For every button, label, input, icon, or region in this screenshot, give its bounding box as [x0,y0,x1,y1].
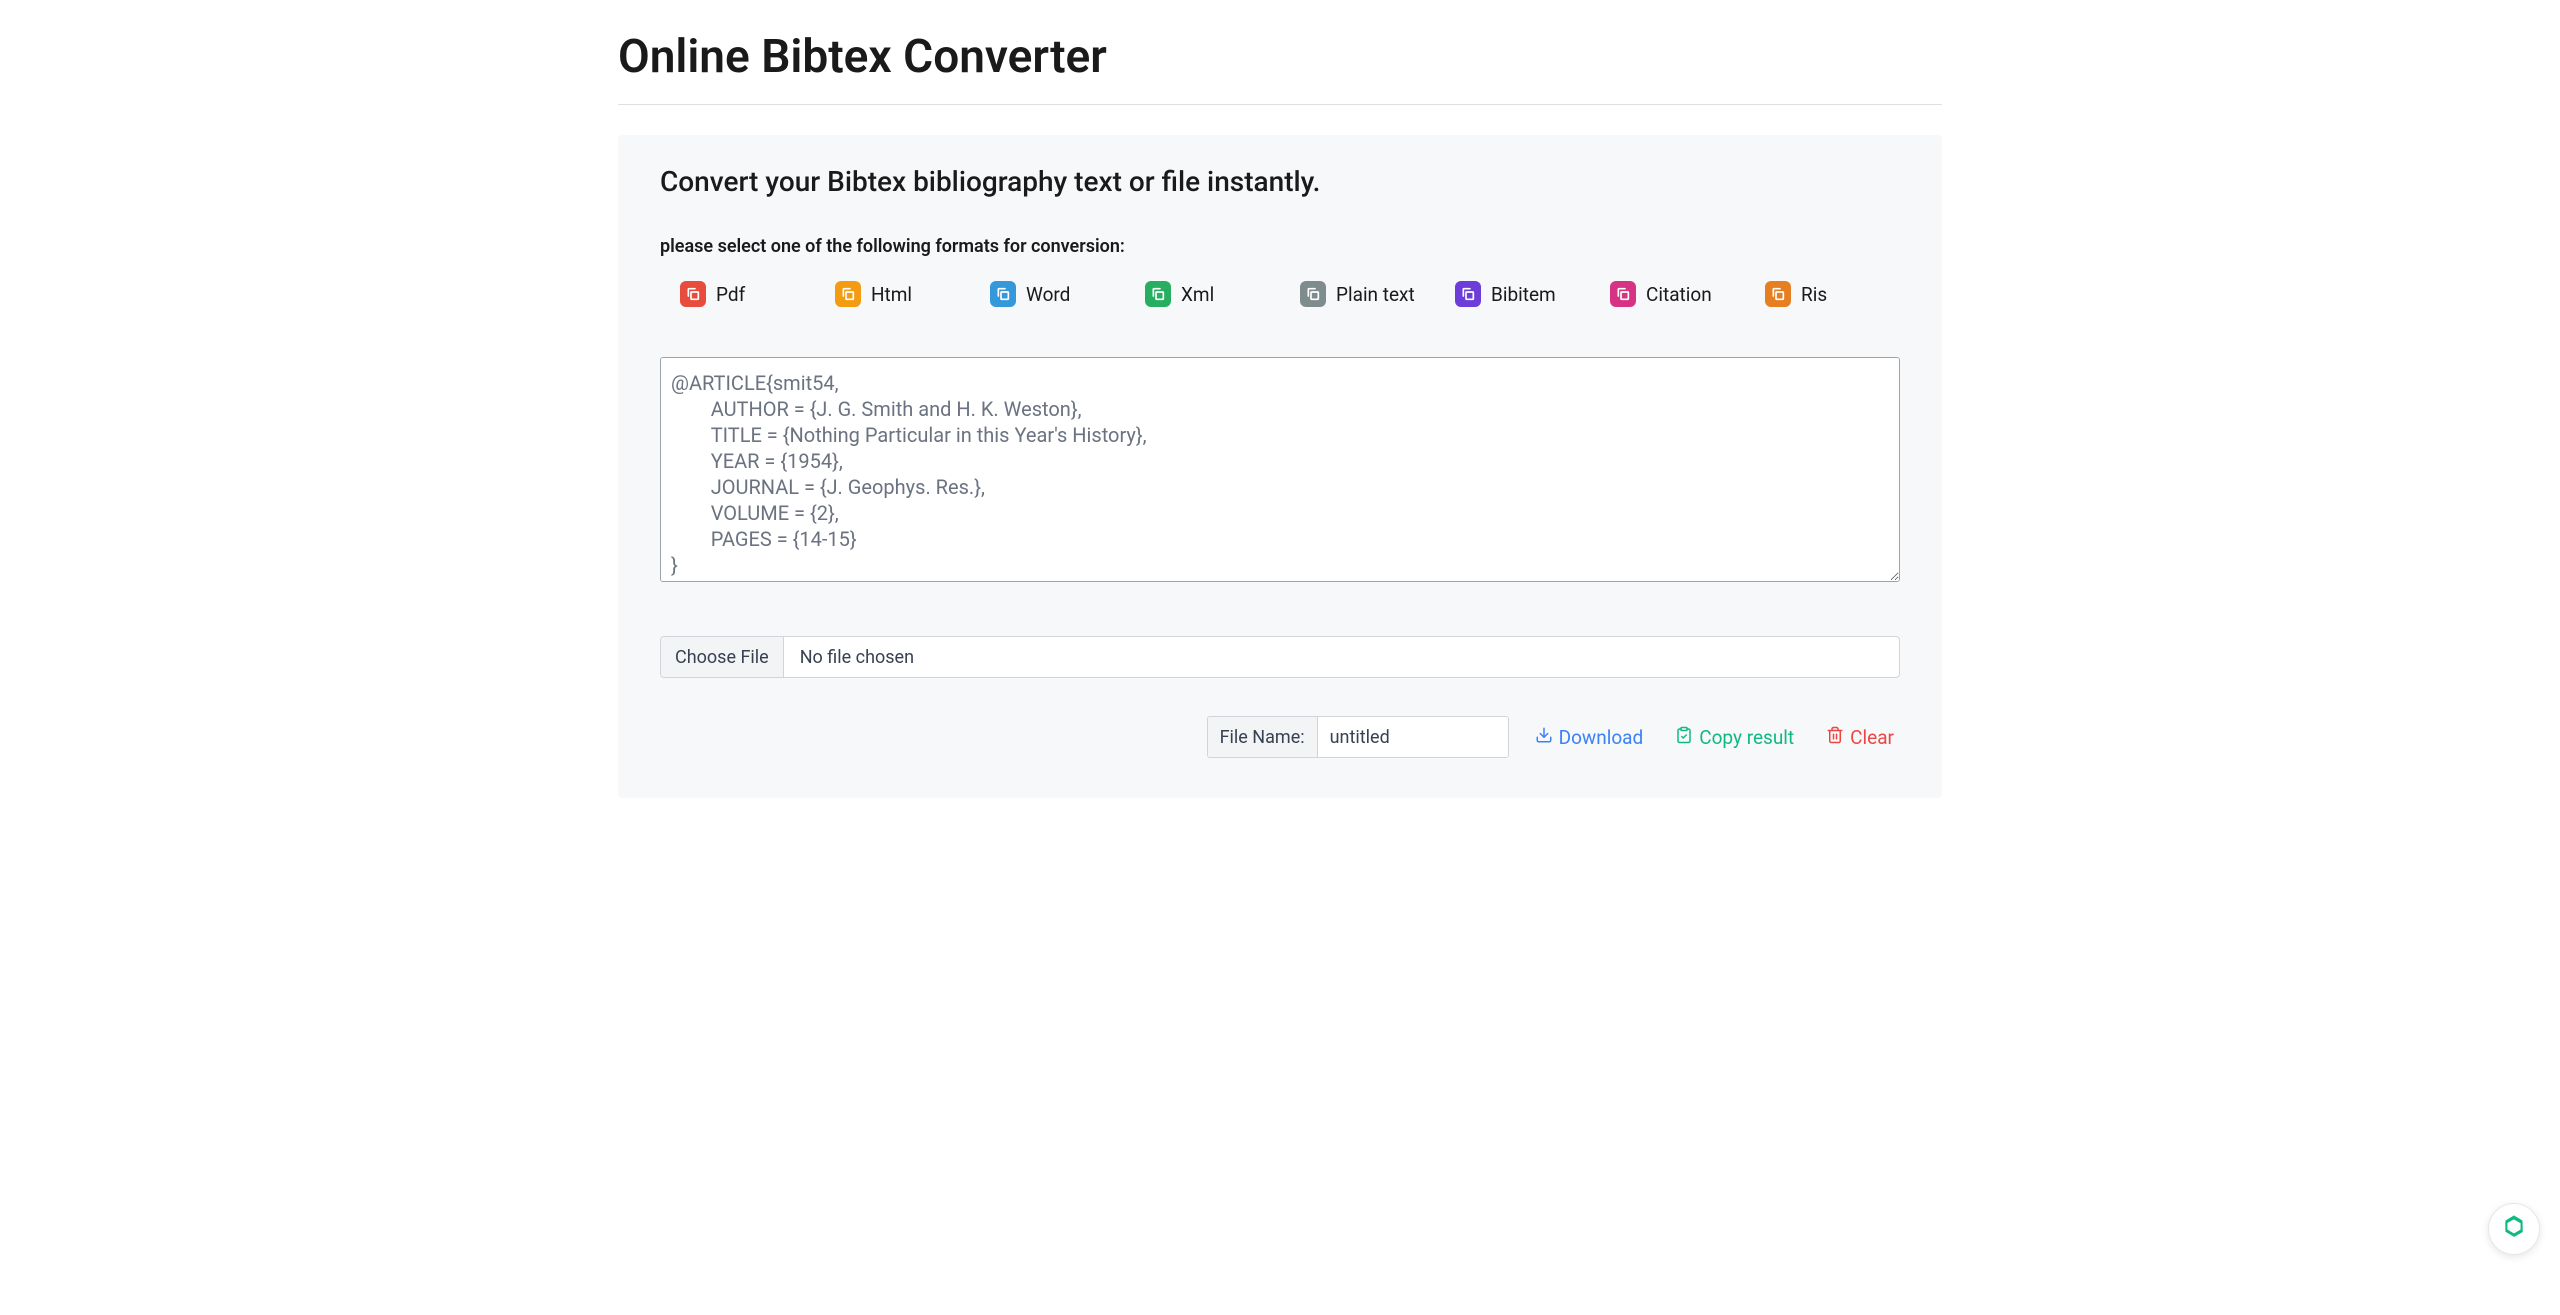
format-label: Html [871,283,912,306]
filename-label: File Name: [1208,717,1318,757]
format-option-bibitem[interactable]: Bibitem [1455,281,1590,307]
card-subtitle: Convert your Bibtex bibliography text or… [660,165,1900,198]
copy-icon [1765,281,1791,307]
clear-label: Clear [1850,726,1894,749]
format-label: Xml [1181,283,1214,306]
format-label: Ris [1801,283,1827,306]
format-option-plain[interactable]: Plain text [1300,281,1435,307]
file-upload-row: Choose File No file chosen [660,636,1900,678]
format-option-xml[interactable]: Xml [1145,281,1280,307]
format-option-pdf[interactable]: Pdf [680,281,815,307]
clipboard-icon [1675,726,1693,749]
copy-icon [1145,281,1171,307]
copy-label: Copy result [1699,726,1794,749]
format-option-ris[interactable]: Ris [1765,281,1900,307]
download-icon [1535,726,1553,749]
copy-icon [990,281,1016,307]
floating-help-widget[interactable] [2488,1203,2540,1255]
filename-group: File Name: [1207,716,1509,758]
format-label: Plain text [1336,283,1415,306]
copy-icon [680,281,706,307]
file-chosen-status: No file chosen [784,637,930,677]
format-label: Pdf [716,283,745,306]
page-title: Online Bibtex Converter [618,30,1942,105]
filename-input[interactable] [1318,717,1508,757]
bibtex-input-textarea[interactable] [660,357,1900,582]
copy-icon [1455,281,1481,307]
choose-file-button[interactable]: Choose File [661,637,784,677]
format-option-word[interactable]: Word [990,281,1125,307]
bottom-actions-row: File Name: Download [660,716,1900,758]
copy-result-button[interactable]: Copy result [1669,722,1800,753]
download-label: Download [1559,726,1644,749]
clear-button[interactable]: Clear [1820,722,1900,753]
format-options-row: Pdf Html Word Xml Plain text Bibitem Citation R… [660,281,1900,307]
download-button[interactable]: Download [1529,722,1650,753]
trash-icon [1826,726,1844,749]
format-prompt: please select one of the following forma… [660,236,1900,257]
format-option-citation[interactable]: Citation [1610,281,1745,307]
format-label: Bibitem [1491,283,1556,306]
copy-icon [1300,281,1326,307]
format-label: Citation [1646,283,1712,306]
format-label: Word [1026,283,1070,306]
converter-card: Convert your Bibtex bibliography text or… [618,135,1942,798]
agent-icon [2499,1212,2529,1246]
copy-icon [1610,281,1636,307]
copy-icon [835,281,861,307]
format-option-html[interactable]: Html [835,281,970,307]
